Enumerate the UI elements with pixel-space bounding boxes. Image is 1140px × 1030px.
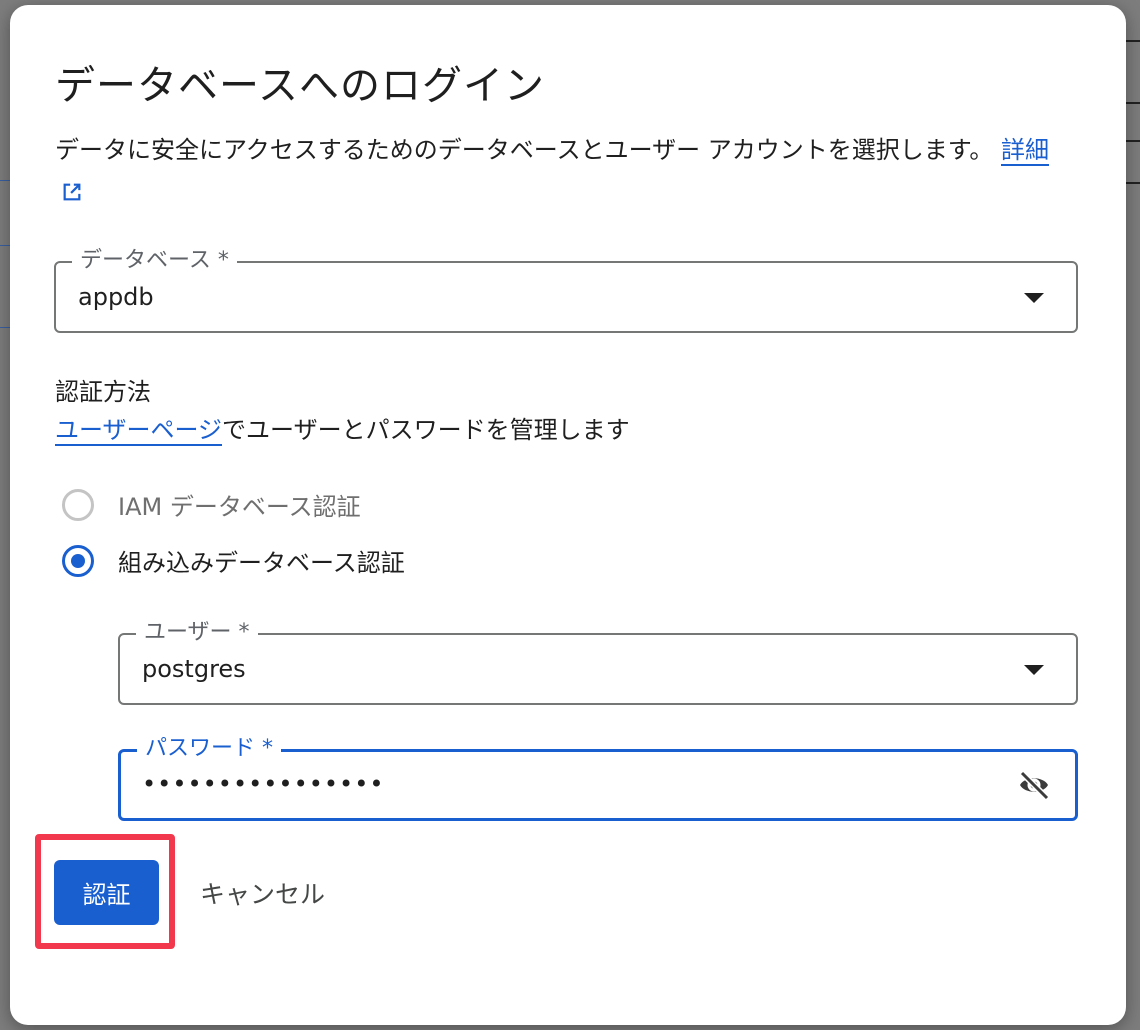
dialog-title: データベースへのログイン: [55, 63, 545, 109]
radio-builtin-auth[interactable]: 組み込みデータベース認証: [62, 543, 405, 578]
external-link-icon: [61, 174, 83, 216]
password-field-value[interactable]: ••••••••••••••••: [142, 770, 385, 798]
users-page-help-text: でユーザーとパスワードを管理します: [222, 416, 630, 444]
database-select-value: appdb: [78, 283, 154, 311]
user-select[interactable]: ユーザー * postgres: [118, 620, 1078, 705]
radio-iam-auth[interactable]: IAM データベース認証: [62, 487, 361, 522]
password-field-label: パスワード *: [137, 736, 281, 762]
cancel-button[interactable]: キャンセル: [190, 863, 335, 923]
dropdown-arrow-icon: [1024, 293, 1044, 303]
database-select[interactable]: データベース * appdb: [54, 248, 1078, 333]
description-text: データに安全にアクセスするためのデータベースとユーザー アカウントを選択します。: [55, 136, 994, 164]
auth-method-heading: 認証方法: [55, 378, 151, 406]
password-field[interactable]: パスワード * ••••••••••••••••: [118, 736, 1078, 821]
radio-button-checked[interactable]: [62, 544, 94, 577]
auth-method-help: ユーザーページでユーザーとパスワードを管理します: [55, 410, 630, 446]
radio-button-unchecked[interactable]: [62, 488, 94, 521]
database-login-dialog: データベースへのログイン データに安全にアクセスするためのデータベースとユーザー…: [10, 5, 1126, 1025]
dropdown-arrow-icon: [1024, 665, 1044, 675]
radio-builtin-auth-label: 組み込みデータベース認証: [118, 549, 405, 577]
user-select-label: ユーザー *: [136, 620, 258, 646]
database-select-label: データベース *: [72, 248, 237, 274]
user-select-value: postgres: [142, 655, 246, 683]
radio-iam-auth-label: IAM データベース認証: [118, 493, 361, 521]
users-page-link[interactable]: ユーザーページ: [55, 416, 223, 446]
authenticate-button[interactable]: 認証: [54, 860, 159, 925]
visibility-off-icon[interactable]: [1017, 770, 1051, 804]
learn-more-link[interactable]: 詳細: [1001, 136, 1049, 166]
dialog-description: データに安全にアクセスするためのデータベースとユーザー アカウントを選択します。…: [55, 129, 1075, 216]
